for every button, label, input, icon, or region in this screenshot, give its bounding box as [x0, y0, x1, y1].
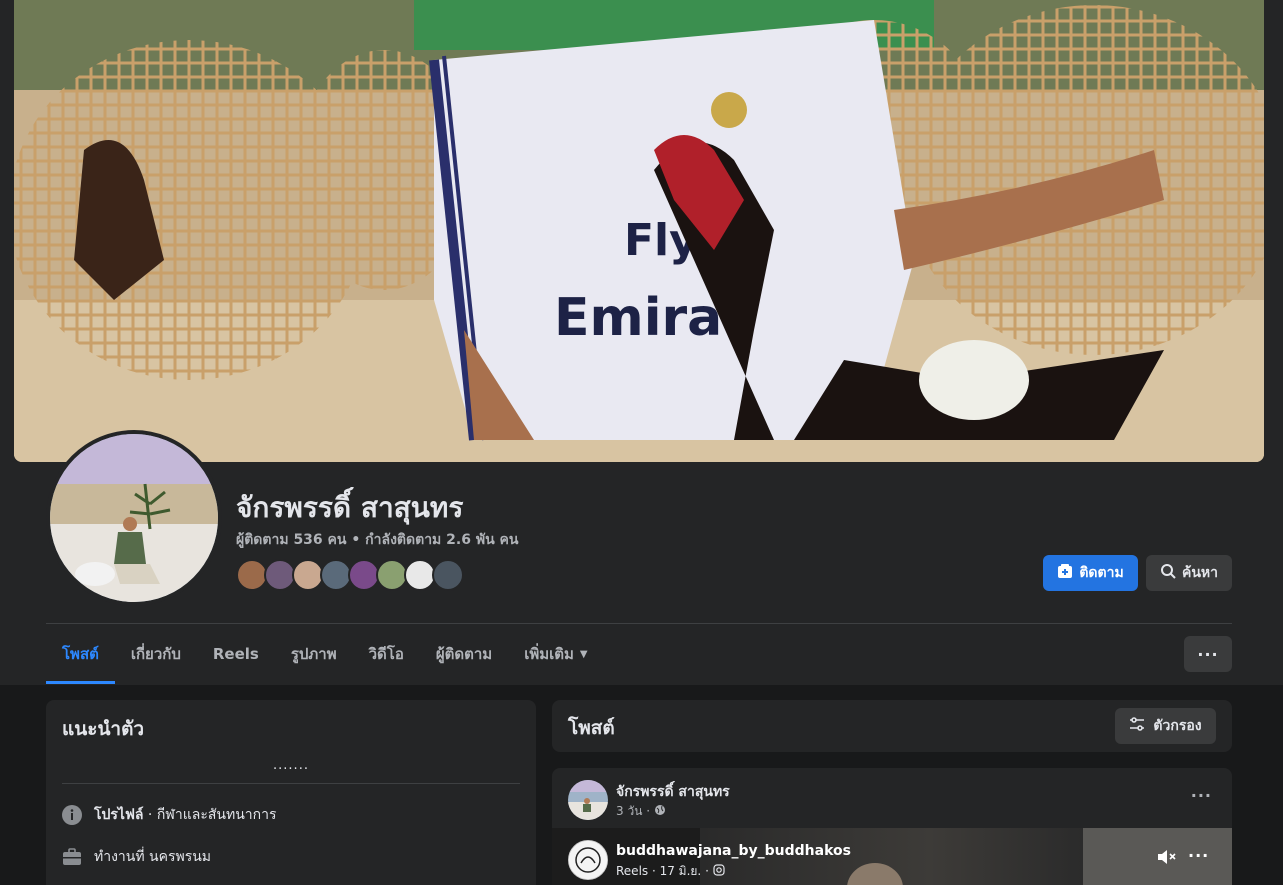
mute-icon[interactable]: [1156, 848, 1178, 870]
cover-photo[interactable]: Fly Emirat: [14, 0, 1264, 462]
tab-label: เพิ่มเติม: [524, 645, 574, 663]
tab-posts[interactable]: โพสต์: [46, 624, 115, 684]
follow-button-label: ติดตาม: [1079, 565, 1124, 581]
tab-photos[interactable]: รูปภาพ: [275, 624, 353, 684]
post-meta: 3 วัน ·: [616, 802, 666, 821]
intro-row-profile: โปรไฟล์ · กีฬาและสันทนาการ: [62, 804, 276, 826]
tab-videos[interactable]: วิดีโอ: [353, 624, 420, 684]
post-card: จักรพรรดิ์ สาสุนทร 3 วัน · ··· buddhawaj…: [552, 768, 1232, 885]
posts-header-card: โพสต์ ตัวกรอง: [552, 700, 1232, 752]
post-options-icon[interactable]: ···: [1191, 786, 1212, 805]
posts-title: โพสต์: [568, 717, 615, 739]
reel-meta: Reels · 17 มิ.ย. ·: [616, 862, 725, 881]
intro-title: แนะนำตัว: [62, 718, 145, 740]
tab-about[interactable]: เกี่ยวกับ: [115, 624, 197, 684]
intro-bio: .......: [273, 758, 309, 773]
intro-row-work: ทำงานที่ นครพรนม: [62, 846, 211, 868]
reel-username[interactable]: buddhawajana_by_buddhakos: [616, 843, 851, 859]
tab-label: ผู้ติดตาม: [435, 645, 493, 663]
tab-label: เกี่ยวกับ: [130, 645, 181, 663]
tab-label: โพสต์: [62, 645, 99, 663]
search-button-label: ค้นหา: [1181, 565, 1219, 581]
tab-reels[interactable]: Reels: [197, 624, 275, 684]
intro-row-text: ทำงานที่ นครพรนม: [94, 849, 212, 865]
info-icon: [62, 805, 82, 825]
tab-label: รูปภาพ: [290, 645, 337, 663]
intro-divider: [62, 783, 520, 784]
reel-options-icon[interactable]: ···: [1188, 846, 1209, 865]
post-time[interactable]: 3 วัน ·: [616, 802, 650, 821]
follower-avatar[interactable]: [432, 559, 464, 591]
filter-button[interactable]: ตัวกรอง: [1115, 708, 1216, 744]
tab-label: Reels: [212, 645, 259, 663]
more-options-button[interactable]: ···: [1184, 636, 1232, 672]
filter-icon: [1129, 717, 1145, 735]
reel-meta-text: Reels · 17 มิ.ย. ·: [616, 864, 709, 878]
search-icon: [1160, 563, 1176, 583]
intro-row-prefix: โปรไฟล์: [94, 807, 144, 823]
filter-button-label: ตัวกรอง: [1153, 718, 1202, 734]
add-friend-icon: [1057, 563, 1073, 583]
followers-avatar-row[interactable]: [236, 559, 464, 591]
profile-avatar[interactable]: [50, 434, 218, 602]
intro-card: แนะนำตัว ....... โปรไฟล์ · กีฬาและสันทนา…: [46, 700, 536, 885]
caret-down-icon: ▼: [579, 648, 588, 660]
tab-label: วิดีโอ: [368, 645, 404, 663]
post-author-avatar[interactable]: [568, 780, 608, 820]
reel-account-avatar[interactable]: [568, 840, 608, 880]
follow-stats[interactable]: ผู้ติดตาม 536 คน • กำลังติดตาม 2.6 พัน ค…: [236, 529, 518, 551]
post-author-name[interactable]: จักรพรรดิ์ สาสุนทร: [616, 781, 730, 803]
tab-followers[interactable]: ผู้ติดตาม: [420, 624, 508, 684]
intro-row-text: · กีฬาและสันทนาการ: [143, 807, 277, 823]
search-button[interactable]: ค้นหา: [1146, 555, 1232, 591]
profile-name: จักรพรรดิ์ สาสุนทร: [236, 491, 464, 524]
reel-media[interactable]: buddhawajana_by_buddhakos Reels · 17 มิ.…: [552, 828, 1232, 885]
globe-icon: [654, 804, 666, 819]
follow-button[interactable]: ติดตาม: [1043, 555, 1138, 591]
tab-more[interactable]: เพิ่มเติม ▼: [508, 624, 603, 684]
profile-tabs: โพสต์ เกี่ยวกับ Reels รูปภาพ วิดีโอ ผู้ต…: [46, 624, 604, 684]
briefcase-icon: [62, 847, 82, 867]
instagram-icon: [713, 864, 725, 879]
